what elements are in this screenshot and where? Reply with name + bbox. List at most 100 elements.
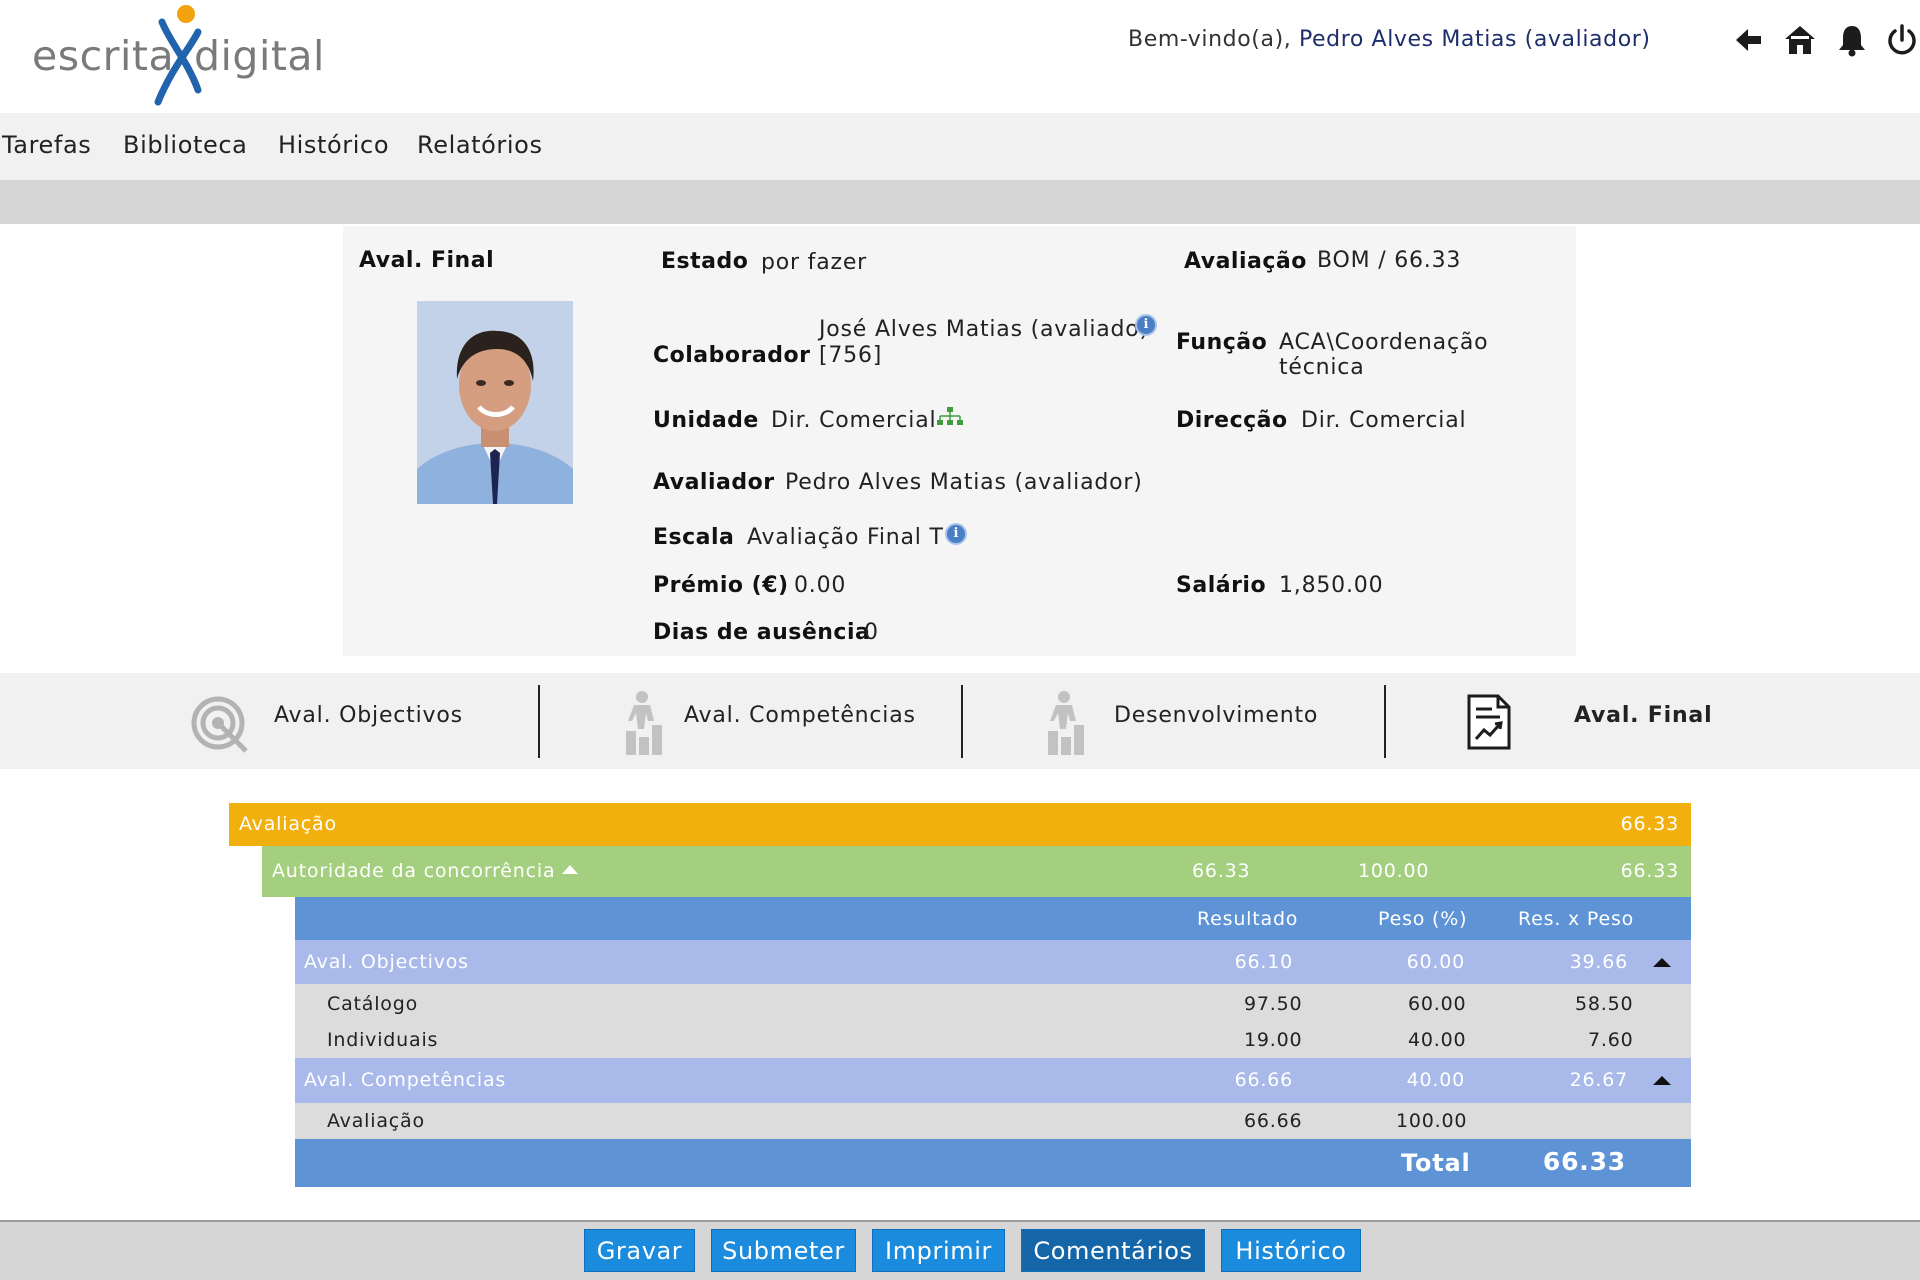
avaliacao-total-bar: Avaliação 66.33 bbox=[229, 803, 1691, 846]
total-row: Total 66.33 bbox=[295, 1139, 1691, 1187]
historico-button[interactable]: Histórico bbox=[1221, 1229, 1361, 1272]
back-arrow-icon[interactable] bbox=[1730, 22, 1766, 58]
main-nav: Tarefas Biblioteca Histórico Relatórios bbox=[0, 113, 1920, 180]
sub-toolbar bbox=[0, 180, 1920, 224]
tab-aval-competencias[interactable]: Aval. Competências bbox=[684, 703, 916, 728]
section-peso: 40.00 bbox=[1406, 1069, 1465, 1091]
total-label: Total bbox=[1401, 1149, 1471, 1177]
gravar-button[interactable]: Gravar bbox=[584, 1229, 695, 1272]
comentarios-button[interactable]: Comentários bbox=[1021, 1229, 1205, 1272]
employee-info-panel: Aval. Final Estado por fazer Avaliação B… bbox=[343, 226, 1576, 656]
funcao-value: ACA\Coordenação técnica bbox=[1279, 330, 1489, 380]
top-header: escrita digital Bem-vindo(a), Pedro Alve… bbox=[0, 0, 1920, 113]
tab-divider bbox=[538, 685, 540, 758]
collapse-up-icon[interactable] bbox=[1651, 955, 1673, 969]
direccao-label: Direcção bbox=[1176, 408, 1288, 433]
funcao-label: Função bbox=[1176, 330, 1268, 355]
imprimir-button[interactable]: Imprimir bbox=[872, 1229, 1005, 1272]
avaliador-label: Avaliador bbox=[653, 470, 775, 495]
group-bar[interactable]: Autoridade da concorrência 66.33 100.00 … bbox=[262, 846, 1691, 897]
avaliador-value: Pedro Alves Matias (avaliador) bbox=[785, 470, 1143, 495]
evaluation-tabs: Aval. Objectivos Aval. Competências Dese… bbox=[0, 673, 1920, 769]
welcome-prefix: Bem-vindo(a), bbox=[1128, 27, 1292, 52]
escala-info-icon[interactable]: i bbox=[945, 523, 967, 545]
tab-aval-final[interactable]: Aval. Final bbox=[1574, 703, 1712, 728]
group-label: Autoridade da concorrência bbox=[272, 860, 556, 882]
header-res-peso: Res. x Peso bbox=[1518, 908, 1635, 930]
salario-value: 1,850.00 bbox=[1279, 573, 1384, 598]
row-peso: 40.00 bbox=[1408, 1029, 1467, 1051]
home-icon[interactable] bbox=[1782, 22, 1818, 58]
employee-photo bbox=[417, 301, 573, 504]
tab-divider bbox=[961, 685, 963, 758]
person-steps-icon[interactable] bbox=[620, 689, 668, 755]
header-resultado: Resultado bbox=[1197, 908, 1299, 930]
dias-ausencia-value: 0 bbox=[864, 620, 879, 645]
section-resultado: 66.66 bbox=[1234, 1069, 1293, 1091]
row-label: Catálogo bbox=[327, 993, 418, 1015]
dias-ausencia-label: Dias de ausência bbox=[653, 620, 871, 645]
escrita-digital-logo[interactable]: escrita digital bbox=[32, 2, 325, 110]
employee-photo-image bbox=[417, 301, 573, 504]
nav-item-tarefas[interactable]: Tarefas bbox=[2, 131, 91, 159]
welcome-message: Bem-vindo(a), Pedro Alves Matias (avalia… bbox=[1128, 27, 1651, 52]
section-res-peso: 26.67 bbox=[1569, 1069, 1628, 1091]
power-icon[interactable] bbox=[1884, 22, 1920, 58]
row-label: Avaliação bbox=[327, 1110, 425, 1132]
row-res-peso: 7.60 bbox=[1588, 1029, 1634, 1051]
avaliacao-total-value: 66.33 bbox=[1620, 813, 1679, 835]
tab-desenvolvimento[interactable]: Desenvolvimento bbox=[1114, 703, 1318, 728]
section-rows-bg bbox=[295, 1103, 1691, 1139]
group-res-peso: 66.33 bbox=[1620, 860, 1679, 882]
logo-text-digital: digital bbox=[194, 32, 325, 80]
colaborador-label: Colaborador bbox=[653, 343, 811, 368]
avaliacao-label: Avaliação bbox=[1184, 249, 1307, 274]
total-value: 66.33 bbox=[1542, 1147, 1626, 1176]
target-icon[interactable] bbox=[190, 693, 250, 753]
welcome-user-name[interactable]: Pedro Alves Matias (avaliador) bbox=[1299, 27, 1651, 52]
group-resultado: 66.33 bbox=[1192, 860, 1251, 882]
row-res-peso: 58.50 bbox=[1575, 993, 1634, 1015]
escala-value: Avaliação Final T bbox=[747, 525, 944, 550]
table-header: Resultado Peso (%) Res. x Peso bbox=[295, 897, 1691, 940]
collapse-up-icon[interactable] bbox=[560, 862, 580, 876]
row-resultado: 19.00 bbox=[1244, 1029, 1303, 1051]
section-title: Aval. Final bbox=[359, 248, 495, 273]
header-peso: Peso (%) bbox=[1378, 908, 1468, 930]
group-peso: 100.00 bbox=[1358, 860, 1430, 882]
row-peso: 100.00 bbox=[1396, 1110, 1468, 1132]
section-aval-competencias[interactable]: Aval. Competências 66.66 40.00 26.67 bbox=[295, 1058, 1691, 1103]
colaborador-id: [756] bbox=[819, 343, 883, 368]
nav-item-historico[interactable]: Histórico bbox=[278, 131, 389, 159]
avaliacao-value: BOM / 66.33 bbox=[1317, 248, 1462, 273]
section-rows-bg bbox=[295, 984, 1691, 1058]
tab-divider bbox=[1384, 685, 1386, 758]
app-window: { "brand": { "logo_word1": "escrita", "l… bbox=[0, 0, 1920, 1280]
section-aval-objectivos[interactable]: Aval. Objectivos 66.10 60.00 39.66 bbox=[295, 940, 1691, 984]
section-label: Aval. Objectivos bbox=[304, 951, 469, 973]
report-chart-icon[interactable] bbox=[1466, 693, 1512, 751]
unidade-value: Dir. Comercial bbox=[771, 408, 937, 433]
section-resultado: 66.10 bbox=[1234, 951, 1293, 973]
collapse-up-icon[interactable] bbox=[1651, 1073, 1673, 1087]
nav-item-relatorios[interactable]: Relatórios bbox=[417, 131, 543, 159]
section-peso: 60.00 bbox=[1406, 951, 1465, 973]
premio-label: Prémio (€) bbox=[653, 573, 789, 598]
nav-item-biblioteca[interactable]: Biblioteca bbox=[123, 131, 247, 159]
submeter-button[interactable]: Submeter bbox=[711, 1229, 856, 1272]
tab-aval-objectivos[interactable]: Aval. Objectivos bbox=[274, 703, 463, 728]
avaliacao-total-label: Avaliação bbox=[239, 813, 337, 835]
action-footer: Gravar Submeter Imprimir Comentários His… bbox=[0, 1220, 1920, 1280]
bell-icon[interactable] bbox=[1834, 22, 1870, 58]
colaborador-info-icon[interactable]: i bbox=[1135, 314, 1157, 336]
person-steps-icon[interactable] bbox=[1042, 689, 1090, 755]
section-res-peso: 39.66 bbox=[1569, 951, 1628, 973]
row-resultado: 66.66 bbox=[1244, 1110, 1303, 1132]
row-resultado: 97.50 bbox=[1244, 993, 1303, 1015]
unidade-label: Unidade bbox=[653, 408, 759, 433]
salario-label: Salário bbox=[1176, 573, 1267, 598]
org-chart-icon[interactable] bbox=[937, 406, 963, 428]
row-peso: 60.00 bbox=[1408, 993, 1467, 1015]
estado-label: Estado bbox=[661, 249, 749, 274]
row-label: Individuais bbox=[327, 1029, 439, 1051]
